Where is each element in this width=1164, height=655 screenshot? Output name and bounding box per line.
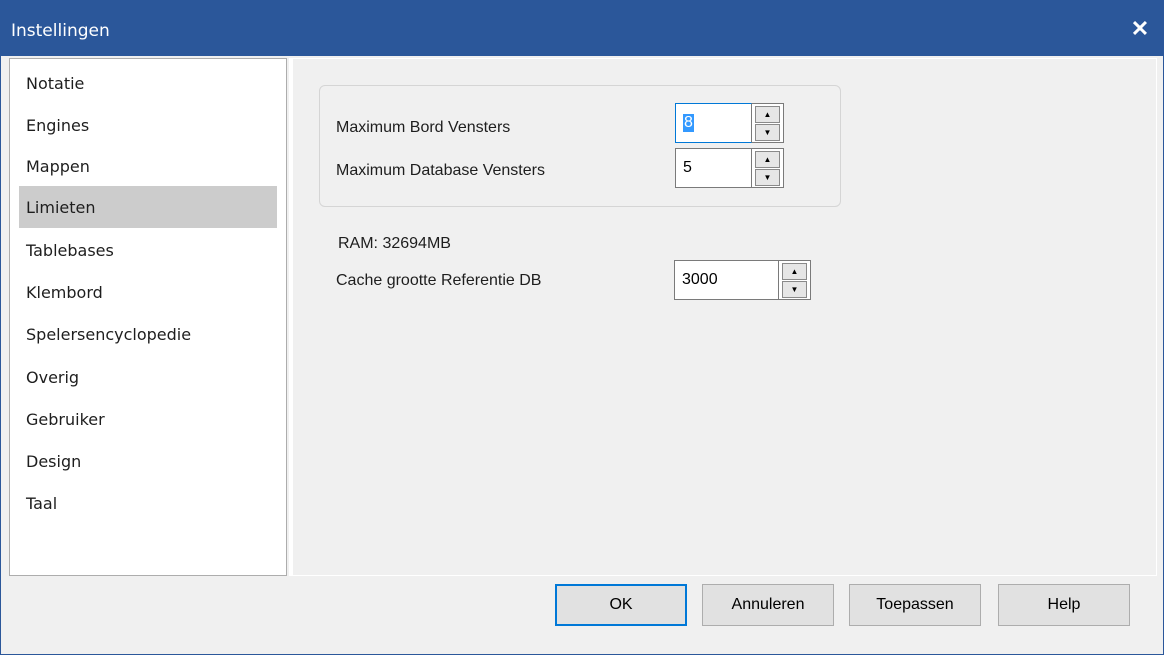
sidebar-item-label: Spelersencyclopedie bbox=[26, 324, 192, 344]
ok-button-label: OK bbox=[609, 596, 633, 613]
ok-button[interactable]: OK bbox=[555, 584, 687, 626]
sidebar-item-overig[interactable]: Overig bbox=[19, 356, 277, 398]
sidebar-item-mappen[interactable]: Mappen bbox=[19, 145, 277, 187]
close-icon: ✕ bbox=[1130, 15, 1150, 41]
max-database-windows-input[interactable]: 5 bbox=[675, 148, 752, 188]
sidebar-item-label: Design bbox=[26, 451, 82, 471]
cache-size-input[interactable]: 3000 bbox=[674, 260, 779, 300]
sidebar-item-label: Notatie bbox=[26, 73, 85, 93]
spin-up-button[interactable]: ▲ bbox=[782, 263, 807, 280]
sidebar-item-limieten[interactable]: Limieten bbox=[19, 186, 277, 228]
spin-up-button[interactable]: ▲ bbox=[755, 106, 780, 123]
help-button[interactable]: Help bbox=[998, 584, 1130, 626]
apply-button[interactable]: Toepassen bbox=[849, 584, 981, 626]
sidebar-item-gebruiker[interactable]: Gebruiker bbox=[19, 398, 277, 440]
arrow-up-icon: ▲ bbox=[790, 266, 799, 276]
max-board-windows-label: Maximum Bord Vensters bbox=[336, 119, 511, 136]
sidebar-item-design[interactable]: Design bbox=[19, 440, 277, 482]
spin-up-button[interactable]: ▲ bbox=[755, 151, 780, 168]
limits-panel: Maximum Bord Vensters 8 ▲ ▼ Maximum Data… bbox=[289, 58, 1157, 576]
selected-value-text: 8 bbox=[683, 114, 694, 132]
sidebar-item-klembord[interactable]: Klembord bbox=[19, 271, 277, 313]
max-board-windows-input[interactable]: 8 bbox=[675, 103, 752, 143]
apply-button-label: Toepassen bbox=[876, 596, 954, 613]
sidebar-item-label: Overig bbox=[26, 367, 80, 387]
cache-size-spinner: ▲ ▼ bbox=[779, 260, 811, 300]
spin-down-button[interactable]: ▼ bbox=[755, 124, 780, 141]
sidebar-item-tablebases[interactable]: Tablebases bbox=[19, 229, 277, 271]
sidebar-item-label: Gebruiker bbox=[26, 409, 105, 429]
arrow-up-icon: ▲ bbox=[763, 109, 772, 119]
arrow-down-icon: ▼ bbox=[763, 127, 772, 137]
cache-size-label: Cache grootte Referentie DB bbox=[336, 272, 542, 289]
arrow-up-icon: ▲ bbox=[763, 154, 772, 164]
spin-down-button[interactable]: ▼ bbox=[755, 169, 780, 186]
max-database-windows-spinner: ▲ ▼ bbox=[752, 148, 784, 188]
settings-category-list[interactable]: Notatie Engines Mappen Limieten Tablebas… bbox=[9, 58, 287, 576]
sidebar-item-label: Mappen bbox=[26, 156, 90, 176]
cancel-button[interactable]: Annuleren bbox=[702, 584, 834, 626]
sidebar-item-notatie[interactable]: Notatie bbox=[19, 62, 277, 104]
max-database-windows-label: Maximum Database Vensters bbox=[336, 162, 545, 179]
close-button[interactable]: ✕ bbox=[1117, 1, 1163, 56]
sidebar-item-spelersencyclopedie[interactable]: Spelersencyclopedie bbox=[19, 313, 277, 355]
settings-dialog: Instellingen ✕ Notatie Engines Mappen Li… bbox=[0, 0, 1164, 655]
sidebar-item-taal[interactable]: Taal bbox=[19, 482, 277, 524]
max-board-windows-spinner: ▲ ▼ bbox=[752, 103, 784, 143]
sidebar-item-label: Engines bbox=[26, 115, 90, 135]
sidebar-item-label: Taal bbox=[26, 493, 58, 513]
arrow-down-icon: ▼ bbox=[763, 172, 772, 182]
dialog-title: Instellingen bbox=[11, 21, 110, 41]
cache-size-value: 3000 bbox=[682, 271, 718, 288]
sidebar-item-label: Tablebases bbox=[26, 240, 114, 260]
window-limits-group: Maximum Bord Vensters 8 ▲ ▼ Maximum Data… bbox=[319, 85, 841, 207]
sidebar-item-engines[interactable]: Engines bbox=[19, 104, 277, 146]
ram-info: RAM: 32694MB bbox=[338, 235, 451, 252]
title-bar[interactable]: Instellingen ✕ bbox=[1, 1, 1163, 56]
help-button-label: Help bbox=[1047, 596, 1081, 613]
sidebar-item-label: Limieten bbox=[26, 197, 96, 217]
max-database-windows-value: 5 bbox=[683, 159, 692, 176]
arrow-down-icon: ▼ bbox=[790, 284, 799, 294]
sidebar-item-label: Klembord bbox=[26, 282, 103, 302]
spin-down-button[interactable]: ▼ bbox=[782, 281, 807, 298]
cancel-button-label: Annuleren bbox=[731, 596, 805, 613]
